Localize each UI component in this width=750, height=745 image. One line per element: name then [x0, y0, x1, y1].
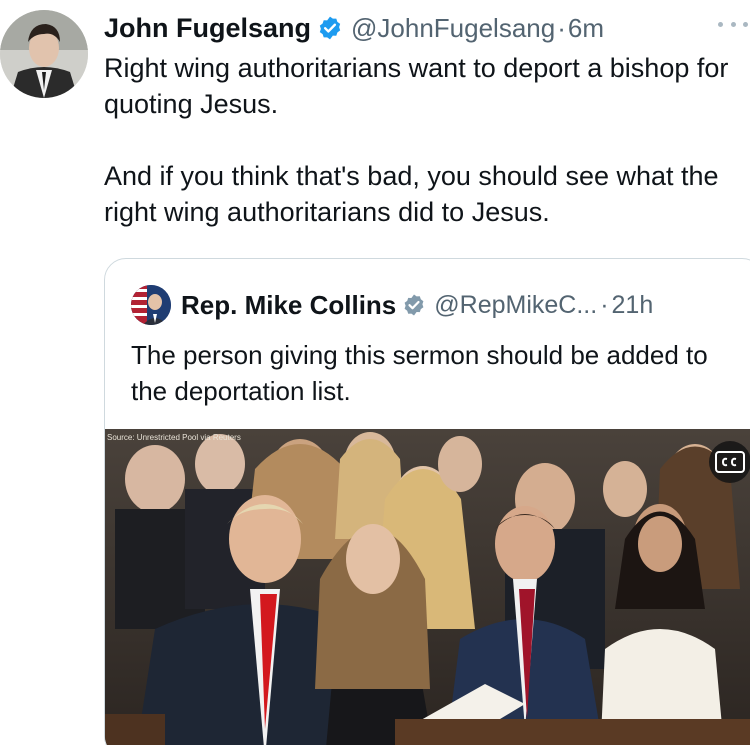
tweet-paragraph: Right wing authoritarians want to deport…	[104, 53, 729, 119]
avatar-image	[0, 10, 88, 98]
quoted-tweet[interactable]: Rep. Mike Collins @RepMikeC... · 21h The…	[104, 258, 750, 745]
ellipsis-icon[interactable]	[718, 14, 748, 34]
video-source-label: Source: Unrestricted Pool via Reuters	[107, 433, 241, 442]
quoted-author-display-name[interactable]: Rep. Mike Collins	[181, 290, 396, 321]
author-avatar[interactable]	[0, 10, 88, 98]
quoted-author-avatar[interactable]	[131, 285, 171, 325]
closed-captions-icon[interactable]	[709, 441, 750, 483]
separator-dot: ·	[600, 290, 609, 319]
quoted-tweet-text: The person giving this sermon should be …	[131, 340, 708, 406]
tweet-timestamp[interactable]: 6m	[568, 13, 604, 44]
quoted-tweet-header: Rep. Mike Collins @RepMikeC... · 21h	[131, 285, 653, 325]
author-display-name[interactable]: John Fugelsang	[104, 13, 311, 44]
tweet-paragraph: And if you think that's bad, you should …	[104, 161, 719, 227]
quoted-avatar-image	[131, 285, 171, 325]
separator-dot: ·	[557, 12, 566, 43]
tweet-text: Right wing authoritarians want to deport…	[104, 50, 750, 230]
quoted-author-handle[interactable]: @RepMikeC...	[434, 291, 597, 320]
verified-badge-icon	[317, 15, 343, 41]
quoted-tweet-timestamp[interactable]: 21h	[612, 291, 654, 320]
tweet-header: John Fugelsang @JohnFugelsang · 6m	[104, 8, 604, 48]
quoted-tweet-video[interactable]: Source: Unrestricted Pool via Reuters	[105, 429, 750, 745]
video-frame	[105, 429, 750, 745]
government-badge-icon	[402, 293, 426, 317]
tweet[interactable]: John Fugelsang @JohnFugelsang · 6m Right…	[0, 0, 750, 745]
author-handle[interactable]: @JohnFugelsang	[351, 13, 555, 44]
